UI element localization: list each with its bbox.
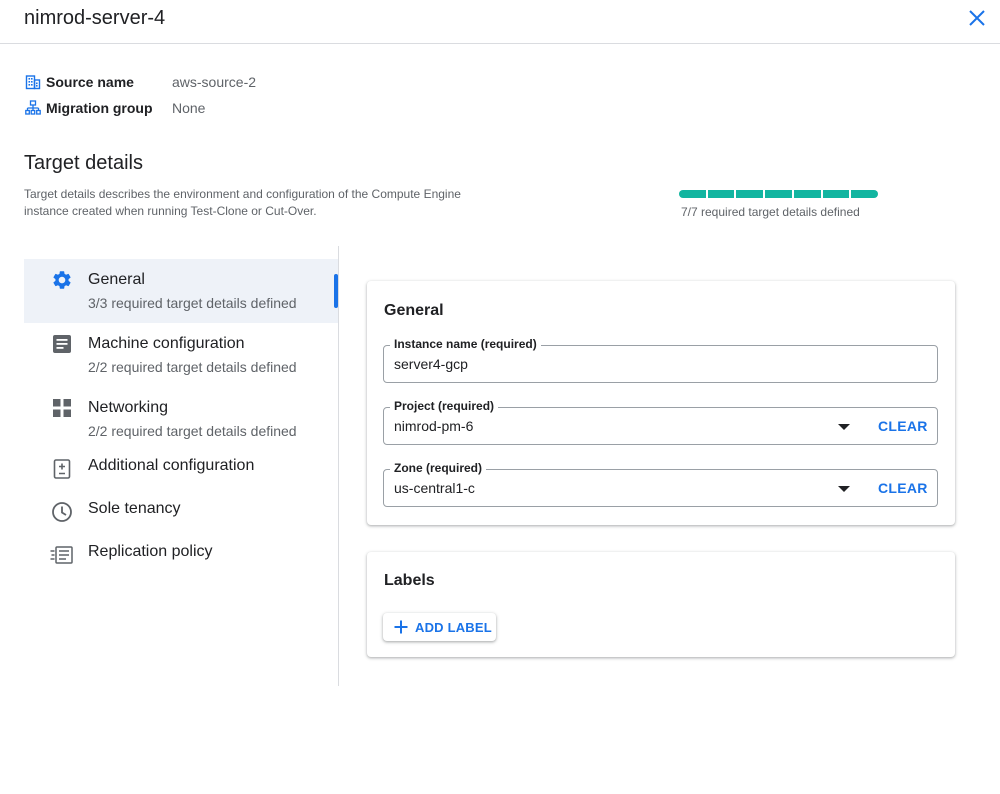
nav-item-general[interactable]: General 3/3 required target details defi…	[24, 259, 338, 323]
hierarchy-icon	[24, 99, 42, 117]
nav-active-indicator	[334, 274, 338, 308]
project-clear-button[interactable]: CLEAR	[878, 418, 928, 434]
nav-item-title: General	[88, 271, 145, 288]
add-label-button[interactable]: ADD LABEL	[383, 613, 496, 641]
source-name-value: aws-source-2	[172, 74, 257, 90]
migration-group-value: None	[172, 100, 206, 116]
instance-name-label: Instance name (required)	[390, 337, 541, 351]
progress-segment	[765, 190, 792, 198]
dialog-header: nimrod-server-4	[0, 0, 1000, 44]
general-card: General Instance name (required) server4…	[367, 281, 955, 525]
nav-item-title: Additional configuration	[88, 457, 255, 474]
project-select[interactable]: Project (required) nimrod-pm-6 CLEAR	[383, 399, 938, 445]
nav-item-subtitle: 3/3 required target details defined	[88, 295, 297, 311]
nav-item-title: Networking	[88, 399, 169, 416]
nav-item-title: Machine configuration	[88, 335, 245, 352]
general-card-title: General	[384, 302, 444, 319]
add-label-text: ADD LABEL	[415, 620, 492, 635]
nav-item-additional-configuration[interactable]: Additional configuration	[24, 451, 338, 494]
clock-icon	[50, 500, 74, 524]
document-icon	[50, 332, 74, 356]
progress-segment	[822, 190, 850, 198]
labels-card: Labels ADD LABEL	[367, 552, 955, 657]
building-icon	[24, 73, 42, 91]
grid-icon	[50, 396, 74, 420]
plus-icon	[394, 620, 408, 634]
zone-label: Zone (required)	[390, 461, 487, 475]
nav-item-machine-configuration[interactable]: Machine configuration 2/2 required targe…	[24, 323, 338, 387]
progress-segment	[679, 190, 706, 198]
target-details-nav: General 3/3 required target details defi…	[24, 259, 339, 580]
nav-item-title: Replication policy	[88, 543, 213, 560]
instance-name-field[interactable]: Instance name (required) server4-gcp	[383, 337, 938, 383]
nav-item-networking[interactable]: Networking 2/2 required target details d…	[24, 387, 338, 451]
zone-value[interactable]: us-central1-c	[394, 480, 475, 496]
chevron-down-icon[interactable]	[838, 486, 850, 492]
target-progress-bar	[679, 190, 879, 198]
source-name-label: Source name	[46, 74, 134, 90]
target-details-title: Target details	[24, 152, 143, 174]
plus-minus-icon	[50, 457, 74, 481]
labels-card-title: Labels	[384, 572, 435, 589]
nav-item-title: Sole tenancy	[88, 500, 181, 517]
zone-select[interactable]: Zone (required) us-central1-c CLEAR	[383, 461, 938, 507]
zone-clear-button[interactable]: CLEAR	[878, 480, 928, 496]
migration-group-row: Migration group None	[24, 98, 205, 118]
progress-segment	[736, 190, 764, 198]
nav-item-sole-tenancy[interactable]: Sole tenancy	[24, 494, 338, 537]
instance-name-value[interactable]: server4-gcp	[394, 356, 468, 372]
policy-list-icon	[50, 543, 74, 567]
project-value[interactable]: nimrod-pm-6	[394, 418, 473, 434]
nav-item-replication-policy[interactable]: Replication policy	[24, 537, 338, 580]
dialog-title: nimrod-server-4	[24, 7, 166, 29]
progress-segment	[707, 190, 735, 198]
nav-item-subtitle: 2/2 required target details defined	[88, 359, 297, 375]
close-icon[interactable]	[964, 5, 990, 31]
chevron-down-icon[interactable]	[838, 424, 850, 430]
nav-item-subtitle: 2/2 required target details defined	[88, 423, 297, 439]
progress-segment	[793, 190, 821, 198]
migration-group-label: Migration group	[46, 100, 153, 116]
target-details-description: Target details describes the environment…	[24, 187, 461, 218]
progress-segment	[851, 190, 879, 198]
target-progress-label: 7/7 required target details defined	[681, 205, 860, 219]
project-label: Project (required)	[390, 399, 499, 413]
source-name-row: Source name aws-source-2	[24, 72, 256, 92]
gear-icon	[50, 268, 74, 292]
